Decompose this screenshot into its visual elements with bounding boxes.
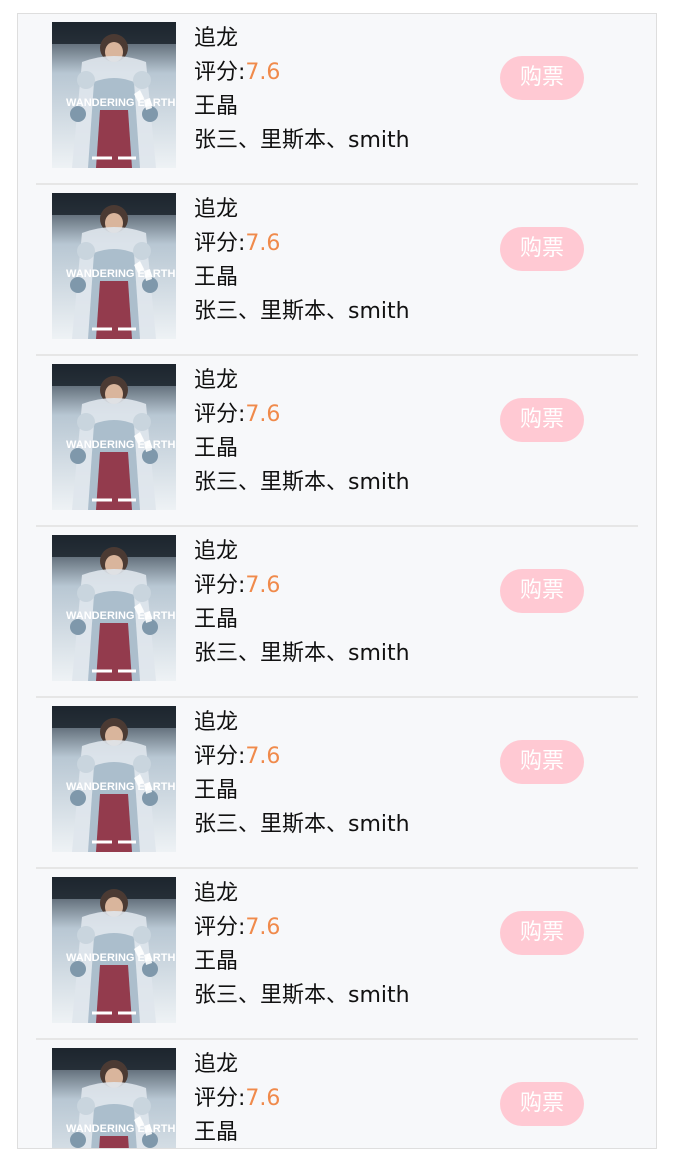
buy-ticket-button[interactable]: 购票 [500,56,584,100]
buy-ticket-button[interactable]: 购票 [500,569,584,613]
poster-title-text: WANDERING EARTH [66,268,175,280]
movie-cast: 张三、里斯本、smith [194,812,410,837]
movie-item[interactable]: WANDERING EARTH 追龙 评分:7.6 王晶 张三、里斯本、smit… [36,527,638,698]
rating-value: 7.6 [245,231,281,256]
movie-list: WANDERING EARTH 追龙 评分:7.6 王晶 张三、里斯本、smit… [18,14,656,1148]
movie-title: 追龙 [194,1052,239,1077]
movie-rating: 评分:7.6 [194,398,494,432]
movie-poster[interactable]: WANDERING EARTH [52,706,176,852]
rating-value: 7.6 [245,915,281,940]
rating-label: 评分: [194,1086,246,1111]
movie-director: 王晶 [194,1120,239,1145]
movie-item[interactable]: WANDERING EARTH 追龙 评分:7.6 王晶 张三、里斯本、smit… [36,14,638,185]
movie-item[interactable]: WANDERING EARTH 追龙 评分:7.6 王晶 张三、里斯本、smit… [36,698,638,869]
rating-value: 7.6 [245,60,281,85]
poster-title-text: WANDERING EARTH [66,952,175,964]
movie-cast: 张三、里斯本、smith [194,470,410,495]
movie-poster[interactable]: WANDERING EARTH [52,22,176,168]
buy-ticket-button[interactable]: 购票 [500,1082,584,1126]
movie-poster[interactable]: WANDERING EARTH [52,364,176,510]
movie-info: 追龙 评分:7.6 王晶 张三、里斯本、smith [194,364,494,500]
poster-title-text: WANDERING EARTH [66,439,175,451]
movie-director: 王晶 [194,436,239,461]
movie-title: 追龙 [194,26,239,51]
rating-label: 评分: [194,573,246,598]
movie-rating: 评分:7.6 [194,911,494,945]
movie-title: 追龙 [194,197,239,222]
movie-director: 王晶 [194,94,239,119]
movie-director: 王晶 [194,949,239,974]
movie-item[interactable]: WANDERING EARTH 追龙 评分:7.6 王晶 张三、里斯本、smit… [36,356,638,527]
movie-cast: 张三、里斯本、smith [194,299,410,324]
movie-item[interactable]: WANDERING EARTH 追龙 评分:7.6 王晶 张三、里斯本、smit… [36,869,638,1040]
movie-rating: 评分:7.6 [194,56,494,90]
movie-cast: 张三、里斯本、smith [194,641,410,666]
movie-director: 王晶 [194,607,239,632]
movie-rating: 评分:7.6 [194,1082,494,1116]
movie-poster[interactable]: WANDERING EARTH [52,193,176,339]
buy-ticket-button[interactable]: 购票 [500,398,584,442]
movie-poster[interactable]: WANDERING EARTH [52,535,176,681]
rating-value: 7.6 [245,573,281,598]
movie-item[interactable]: WANDERING EARTH 追龙 评分:7.6 王晶 张三、里斯本、smit… [36,1040,638,1148]
movie-cast: 张三、里斯本、smith [194,983,410,1008]
movie-info: 追龙 评分:7.6 王晶 张三、里斯本、smith [194,193,494,329]
poster-title-text: WANDERING EARTH [66,1123,175,1135]
movie-info: 追龙 评分:7.6 王晶 张三、里斯本、smith [194,877,494,1013]
rating-value: 7.6 [245,402,281,427]
rating-label: 评分: [194,915,246,940]
movie-list-panel[interactable]: WANDERING EARTH 追龙 评分:7.6 王晶 张三、里斯本、smit… [17,13,657,1149]
rating-label: 评分: [194,402,246,427]
buy-ticket-button[interactable]: 购票 [500,911,584,955]
rating-label: 评分: [194,744,246,769]
movie-director: 王晶 [194,265,239,290]
movie-rating: 评分:7.6 [194,740,494,774]
movie-title: 追龙 [194,368,239,393]
movie-rating: 评分:7.6 [194,569,494,603]
poster-title-text: WANDERING EARTH [66,97,175,109]
movie-info: 追龙 评分:7.6 王晶 张三、里斯本、smith [194,535,494,671]
movie-title: 追龙 [194,539,239,564]
movie-director: 王晶 [194,778,239,803]
rating-label: 评分: [194,60,246,85]
movie-poster[interactable]: WANDERING EARTH [52,1048,176,1148]
rating-value: 7.6 [245,1086,281,1111]
poster-title-text: WANDERING EARTH [66,781,175,793]
rating-label: 评分: [194,231,246,256]
movie-info: 追龙 评分:7.6 王晶 张三、里斯本、smith [194,22,494,158]
movie-info: 追龙 评分:7.6 王晶 张三、里斯本、smith [194,1048,494,1148]
poster-title-text: WANDERING EARTH [66,610,175,622]
movie-info: 追龙 评分:7.6 王晶 张三、里斯本、smith [194,706,494,842]
rating-value: 7.6 [245,744,281,769]
buy-ticket-button[interactable]: 购票 [500,227,584,271]
movie-cast: 张三、里斯本、smith [194,128,410,153]
movie-item[interactable]: WANDERING EARTH 追龙 评分:7.6 王晶 张三、里斯本、smit… [36,185,638,356]
movie-title: 追龙 [194,710,239,735]
movie-rating: 评分:7.6 [194,227,494,261]
buy-ticket-button[interactable]: 购票 [500,740,584,784]
movie-poster[interactable]: WANDERING EARTH [52,877,176,1023]
movie-title: 追龙 [194,881,239,906]
